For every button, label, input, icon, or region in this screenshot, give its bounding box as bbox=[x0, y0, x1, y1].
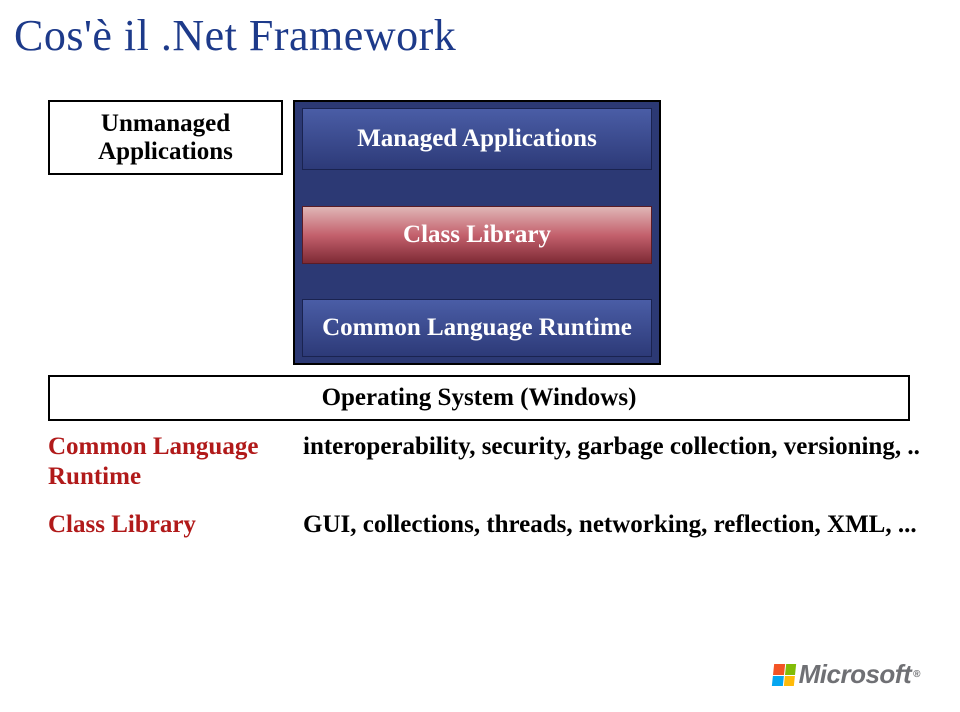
def-classlib-desc: GUI, collections, threads, networking, r… bbox=[303, 510, 928, 540]
managed-stack: Managed Applications Class Library Commo… bbox=[293, 100, 661, 365]
def-clr-term-line2: Runtime bbox=[48, 462, 303, 492]
os-box: Operating System (Windows) bbox=[48, 375, 910, 421]
unmanaged-line1: Unmanaged bbox=[101, 110, 230, 138]
def-classlib-row: Class Library GUI, collections, threads,… bbox=[48, 510, 928, 540]
unmanaged-apps-box: Unmanaged Applications bbox=[48, 100, 283, 175]
def-clr-term-line1: Common Language bbox=[48, 432, 303, 462]
clr-cell: Common Language Runtime bbox=[302, 299, 652, 357]
def-clr-term: Common Language Runtime bbox=[48, 432, 303, 492]
slide-title: Cos'è il .Net Framework bbox=[14, 10, 456, 61]
microsoft-logo-reg: ® bbox=[913, 669, 920, 680]
class-library-cell: Class Library bbox=[302, 206, 652, 264]
microsoft-flag-icon bbox=[771, 664, 795, 686]
microsoft-logo-text: Microsoft bbox=[799, 659, 912, 690]
def-classlib-term: Class Library bbox=[48, 510, 303, 540]
microsoft-logo: Microsoft ® bbox=[773, 659, 920, 690]
unmanaged-line2: Applications bbox=[98, 138, 233, 166]
definitions: Common Language Runtime interoperability… bbox=[48, 432, 928, 558]
def-clr-row: Common Language Runtime interoperability… bbox=[48, 432, 928, 492]
def-clr-desc: interoperability, security, garbage coll… bbox=[303, 432, 928, 492]
managed-apps-cell: Managed Applications bbox=[302, 108, 652, 170]
